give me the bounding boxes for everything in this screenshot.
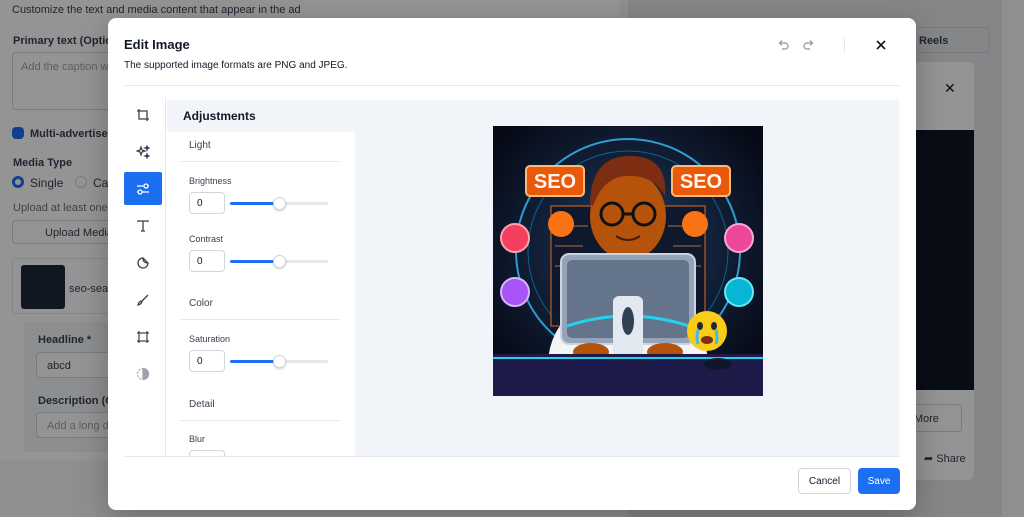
brightness-slider[interactable] [230,197,328,210]
crop-icon [137,108,149,121]
image-canvas: SEO SEO [355,100,899,456]
frame-icon [137,330,149,343]
seo-badge-left: SEO [534,171,576,193]
section-divider [180,319,340,320]
modal-subtitle: The supported image formats are PNG and … [124,60,348,71]
brightness-slider-thumb[interactable] [273,197,286,210]
contrast-icon [136,367,150,380]
footer-divider [124,456,900,457]
tool-sticker[interactable] [124,246,162,279]
edited-image[interactable]: SEO SEO [493,126,763,396]
contrast-slider-thumb[interactable] [273,255,286,268]
section-light: Light [189,140,211,151]
text-icon [137,219,149,232]
close-button[interactable] [870,34,892,56]
saturation-label: Saturation [189,334,231,344]
undo-icon [778,40,789,50]
saturation-slider-thumb[interactable] [273,355,286,368]
tool-brush[interactable] [124,283,162,316]
brightness-slider-fill [230,202,279,205]
seo-illustration: SEO SEO [493,126,763,396]
saturation-slider[interactable] [230,355,328,368]
adjustments-panel: Adjustments Light Brightness 0 Contrast … [167,100,355,456]
redo-button[interactable] [798,34,820,56]
seo-badge-right: SEO [680,171,722,193]
sparkles-icon [136,144,150,159]
tool-frame[interactable] [124,320,162,353]
contrast-label: Contrast [189,234,224,244]
redo-icon [803,40,814,50]
section-detail: Detail [189,399,215,410]
section-color: Color [189,298,213,309]
header-divider [844,38,845,52]
tool-crop[interactable] [124,98,162,131]
contrast-input[interactable]: 0 [189,250,225,272]
brightness-input[interactable]: 0 [189,192,225,214]
sticker-icon [137,256,149,269]
tool-enhance[interactable] [124,135,162,168]
brightness-label: Brightness [189,176,232,186]
brush-icon [137,294,149,306]
saturation-input[interactable]: 0 [189,350,225,372]
header-divider-line [124,85,900,86]
blur-label: Blur [189,434,206,444]
tool-text[interactable] [124,209,162,242]
contrast-slider[interactable] [230,255,328,268]
tool-adjustments[interactable] [124,172,162,205]
adjustments-icon [137,182,149,195]
section-divider [180,161,340,162]
tool-sidebar [124,98,166,456]
edit-image-modal: Edit Image The supported image formats a… [108,18,916,510]
tool-contrast[interactable] [124,357,162,390]
modal-title: Edit Image [124,37,190,52]
section-divider [180,420,340,421]
close-icon [876,40,886,50]
panel-title: Adjustments [167,100,355,132]
undo-button[interactable] [772,34,794,56]
save-button[interactable]: Save [858,468,900,494]
cancel-button[interactable]: Cancel [798,468,851,494]
saturation-slider-fill [230,360,279,363]
contrast-slider-fill [230,260,279,263]
